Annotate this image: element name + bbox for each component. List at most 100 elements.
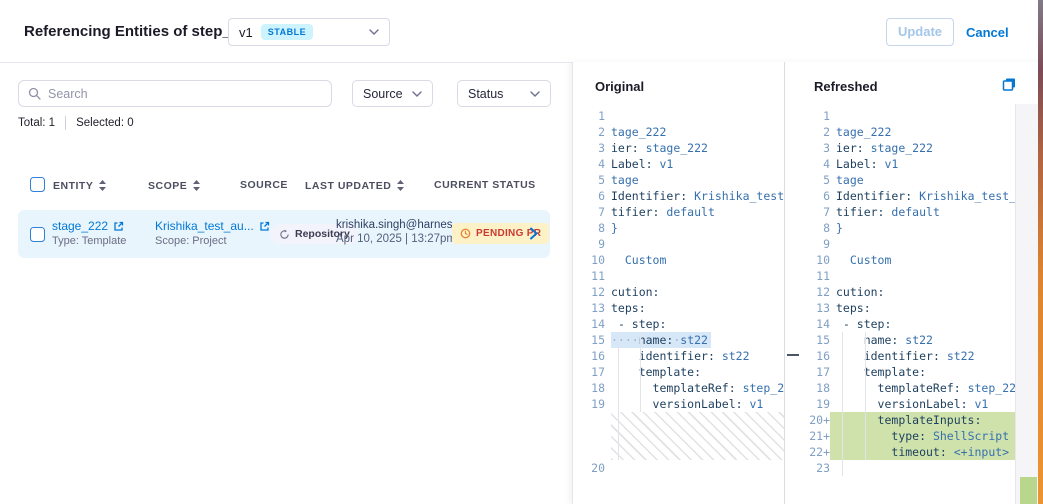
code-line: 14 - step:	[784, 316, 1015, 332]
original-code-pane[interactable]: 12tage_2223ier: stage_2224Label: v15tage…	[573, 104, 784, 504]
updated-by: krishika.singh@harnes...	[336, 219, 462, 231]
code-text: - step:	[605, 316, 784, 332]
code-line: 7tifier: default	[784, 204, 1015, 220]
code-text: templateRef: step_222	[830, 380, 1015, 396]
chevron-right-icon[interactable]	[530, 227, 538, 240]
copy-icon[interactable]	[1002, 77, 1017, 92]
code-line: 17 template:	[784, 364, 1015, 380]
line-number: 1	[784, 108, 830, 124]
sort-icon[interactable]	[98, 179, 107, 192]
code-line: 4Label: v1	[573, 156, 784, 172]
code-line: 3ier: stage_222	[784, 140, 1015, 156]
code-text: tage	[830, 172, 1015, 188]
code-line: 7tifier: default	[573, 204, 784, 220]
highlighted-code: ····name:·st22	[611, 332, 711, 348]
original-pane-title: Original	[595, 79, 644, 94]
code-line: 4Label: v1	[784, 156, 1015, 172]
updated-at: Apr 10, 2025 | 13:27pm	[336, 233, 462, 245]
code-text: - step:	[830, 316, 1015, 332]
code-text: cution:	[605, 284, 784, 300]
code-text: identifier: st22	[605, 348, 784, 364]
version-dropdown[interactable]: v1 STABLE	[228, 18, 390, 46]
code-text: name: st22	[830, 332, 1015, 348]
code-text	[605, 268, 784, 284]
chevron-down-icon	[369, 29, 379, 35]
code-line: 17 template:	[573, 364, 784, 380]
referencing-entities-dialog: Referencing Entities of step_222 v1 STAB…	[0, 0, 1043, 504]
line-number: 2	[784, 124, 830, 140]
code-line: 13teps:	[784, 300, 1015, 316]
search-input[interactable]	[48, 87, 322, 101]
source-filter-dropdown[interactable]: Source	[352, 80, 433, 107]
search-box[interactable]	[18, 80, 332, 107]
line-number: 18	[573, 380, 605, 396]
code-line: 3ier: stage_222	[573, 140, 784, 156]
line-number: 5	[784, 172, 830, 188]
external-link-icon[interactable]	[113, 221, 124, 232]
line-number: 16	[784, 348, 830, 364]
line-number: 13	[573, 300, 605, 316]
line-number: 22+	[784, 444, 830, 460]
right-edge-accent-strip	[1038, 0, 1043, 504]
code-line: 13teps:	[573, 300, 784, 316]
row-checkbox[interactable]	[30, 227, 45, 242]
update-button[interactable]: Update	[886, 18, 954, 46]
line-number: 19	[573, 396, 605, 412]
scope-link[interactable]: Krishika_test_au...	[155, 219, 254, 233]
code-line: 15 name: st22	[784, 332, 1015, 348]
code-text: type: ShellScript	[830, 428, 1015, 444]
cancel-button[interactable]: Cancel	[966, 25, 1009, 40]
table-row[interactable]: stage_222 Type: Template Krishika_test_a…	[18, 210, 550, 258]
code-line: 9	[784, 236, 1015, 252]
line-number: 10	[573, 252, 605, 268]
code-text: }	[605, 220, 784, 236]
line-number: 4	[784, 156, 830, 172]
column-header-last-updated[interactable]: LAST UPDATED	[305, 179, 405, 192]
indent-guide	[842, 332, 843, 476]
code-line: 19 versionLabel: v1	[784, 396, 1015, 412]
code-text: }	[830, 220, 1015, 236]
clock-icon	[460, 228, 471, 239]
code-line: 11	[573, 268, 784, 284]
scope-cell: Krishika_test_au... Scope: Project	[155, 219, 270, 247]
code-line: 6Identifier: Krishika_test_aut	[573, 188, 784, 204]
line-number: 6	[784, 188, 830, 204]
code-line: 14 - step:	[573, 316, 784, 332]
code-text: teps:	[605, 300, 784, 316]
column-header-scope[interactable]: SCOPE	[148, 179, 201, 192]
entity-link[interactable]: stage_222	[52, 219, 108, 233]
line-number: 20	[573, 460, 605, 476]
code-text: versionLabel: v1	[830, 396, 1015, 412]
column-header-source: SOURCE	[240, 179, 288, 191]
line-number: 21+	[784, 428, 830, 444]
status-filter-dropdown[interactable]: Status	[457, 80, 551, 107]
code-line: 21+ type: ShellScript	[784, 428, 1015, 444]
code-line: 19 versionLabel: v1	[573, 396, 784, 412]
sort-icon[interactable]	[192, 179, 201, 192]
line-number: 15	[573, 332, 605, 348]
version-label: v1	[239, 25, 253, 40]
line-number: 4	[573, 156, 605, 172]
code-line: 23	[784, 460, 1015, 476]
line-number: 12	[784, 284, 830, 300]
line-number: 15	[784, 332, 830, 348]
line-number: 18	[784, 380, 830, 396]
line-number: 7	[784, 204, 830, 220]
code-text: templateRef: step_222	[605, 380, 784, 396]
chevron-down-icon	[530, 91, 540, 97]
overview-ruler[interactable]	[1016, 104, 1039, 504]
code-line: 10 Custom	[573, 252, 784, 268]
column-header-entity[interactable]: ENTITY	[53, 179, 107, 192]
code-line: 16 identifier: st22	[784, 348, 1015, 364]
status-filter-label: Status	[468, 87, 503, 101]
last-updated-cell: krishika.singh@harnes... Apr 10, 2025 | …	[336, 219, 462, 245]
diff-gap-hatch	[611, 412, 784, 460]
select-all-checkbox[interactable]	[30, 177, 45, 192]
code-line: 2tage_222	[784, 124, 1015, 140]
code-text: cution:	[830, 284, 1015, 300]
external-link-icon[interactable]	[259, 221, 270, 232]
sort-icon[interactable]	[396, 179, 405, 192]
refreshed-code-pane[interactable]: 12tage_2223ier: stage_2224Label: v15tage…	[784, 104, 1015, 504]
code-text: tage	[605, 172, 784, 188]
line-number: 1	[573, 108, 605, 124]
